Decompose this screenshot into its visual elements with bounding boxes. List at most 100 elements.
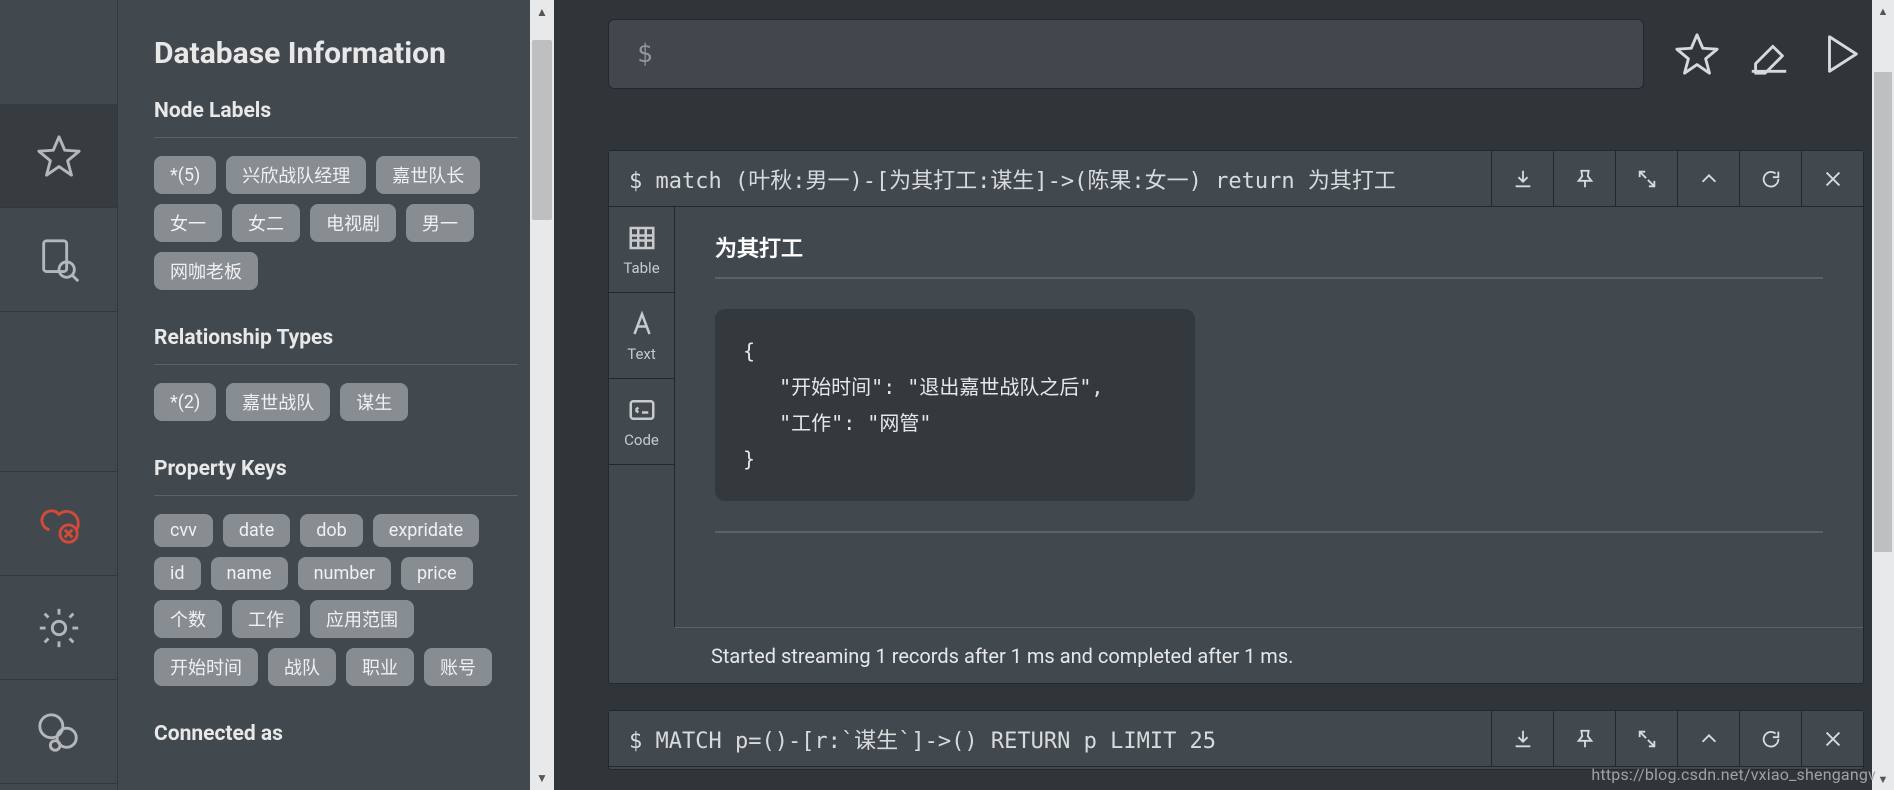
chip-rel-type[interactable]: 谋生 — [340, 383, 408, 421]
chip-prop-key[interactable]: expridate — [373, 514, 479, 547]
watermark: https://blog.csdn.net/vxiao_shengangv — [1591, 765, 1876, 784]
tab-label: Text — [627, 345, 656, 363]
chip-prop-key[interactable]: number — [298, 557, 391, 590]
chip-node-label[interactable]: 男一 — [406, 204, 474, 242]
rerun-button[interactable] — [1739, 711, 1801, 767]
close-icon — [1822, 728, 1844, 750]
sidebar-title: Database Information — [154, 36, 518, 71]
sidebar-scrollbar[interactable]: ▲ ▼ — [530, 0, 554, 790]
scroll-up-icon[interactable]: ▲ — [530, 0, 554, 24]
rail-settings[interactable] — [0, 576, 117, 680]
left-rail — [0, 0, 118, 790]
editor-bar: $ — [608, 0, 1864, 108]
download-icon — [1512, 728, 1534, 750]
chip-prop-key[interactable]: 战队 — [268, 648, 336, 686]
frame-footer: Started streaming 1 records after 1 ms a… — [675, 627, 1863, 683]
prop-key-chips: cvv date dob expridate id name number pr… — [154, 514, 518, 686]
close-button[interactable] — [1801, 151, 1863, 207]
section-relationship-types: Relationship Types *(2) 嘉世战队 谋生 — [154, 326, 518, 421]
pin-icon — [1574, 728, 1596, 750]
frame-buttons — [1491, 711, 1863, 767]
star-icon — [36, 133, 82, 179]
pin-button[interactable] — [1553, 151, 1615, 207]
chip-prop-key[interactable]: 应用范围 — [310, 600, 414, 638]
refresh-icon — [1760, 728, 1782, 750]
chip-node-label[interactable]: 兴欣战队经理 — [226, 156, 366, 194]
frame-header: $ MATCH p=()-[r:`谋生`]->() RETURN p LIMIT… — [609, 711, 1863, 767]
collapse-button[interactable] — [1677, 151, 1739, 207]
chip-prop-key[interactable]: 账号 — [424, 648, 492, 686]
sidebar: Database Information Node Labels *(5) 兴欣… — [118, 0, 554, 790]
text-icon — [627, 309, 657, 339]
collapse-button[interactable] — [1677, 711, 1739, 767]
close-icon — [1822, 168, 1844, 190]
editor-prompt: $ — [637, 39, 653, 69]
tab-text[interactable]: Text — [609, 293, 674, 379]
scroll-up-icon[interactable]: ▲ — [1872, 0, 1894, 22]
doc-search-icon — [36, 237, 82, 283]
column-header: 为其打工 — [715, 231, 1823, 279]
chip-node-label[interactable]: 电视剧 — [310, 204, 396, 242]
erase-button[interactable] — [1746, 31, 1792, 77]
chip-prop-key[interactable]: price — [401, 557, 473, 590]
chip-rel-type[interactable]: 嘉世战队 — [226, 383, 330, 421]
expand-button[interactable] — [1615, 711, 1677, 767]
bubbles-icon — [36, 709, 82, 755]
star-icon — [1674, 31, 1720, 77]
chip-node-label[interactable]: 女一 — [154, 204, 222, 242]
gear-icon — [36, 605, 82, 651]
chip-prop-key[interactable]: 开始时间 — [154, 648, 258, 686]
rail-favorites[interactable] — [0, 104, 117, 208]
chip-prop-key[interactable]: 工作 — [232, 600, 300, 638]
expand-icon — [1636, 728, 1658, 750]
run-button[interactable] — [1818, 31, 1864, 77]
chip-node-label[interactable]: *(5) — [154, 156, 216, 194]
chip-prop-key[interactable]: id — [154, 557, 201, 590]
chip-prop-key[interactable]: 个数 — [154, 600, 222, 638]
chip-node-label[interactable]: 女二 — [232, 204, 300, 242]
export-button[interactable] — [1491, 151, 1553, 207]
tab-label: Code — [624, 431, 659, 449]
scroll-down-icon[interactable]: ▼ — [530, 766, 554, 790]
chevron-up-icon — [1698, 168, 1720, 190]
export-button[interactable] — [1491, 711, 1553, 767]
chip-node-label[interactable]: 嘉世队长 — [376, 156, 480, 194]
frame-buttons — [1491, 151, 1863, 207]
favorite-button[interactable] — [1674, 31, 1720, 77]
scrollbar-thumb[interactable] — [1874, 72, 1892, 552]
expand-button[interactable] — [1615, 151, 1677, 207]
close-button[interactable] — [1801, 711, 1863, 767]
rail-documents[interactable] — [0, 208, 117, 312]
tab-code[interactable]: Code — [609, 379, 674, 465]
chip-prop-key[interactable]: dob — [300, 514, 363, 547]
main-scrollbar[interactable]: ▲ ▼ — [1872, 0, 1894, 790]
chip-prop-key[interactable]: date — [223, 514, 290, 547]
tab-label: Table — [623, 259, 659, 277]
editor-actions — [1644, 31, 1864, 77]
section-node-labels: Node Labels *(5) 兴欣战队经理 嘉世队长 女一 女二 电视剧 男… — [154, 99, 518, 290]
view-tabs: Table Text Code — [609, 207, 675, 627]
chip-rel-type[interactable]: *(2) — [154, 383, 216, 421]
rail-about[interactable] — [0, 680, 117, 784]
scrollbar-thumb[interactable] — [532, 40, 552, 220]
frame-query[interactable]: $ MATCH p=()-[r:`谋生`]->() RETURN p LIMIT… — [609, 723, 1491, 755]
chip-prop-key[interactable]: cvv — [154, 514, 213, 547]
rerun-button[interactable] — [1739, 151, 1801, 207]
query-editor[interactable]: $ — [608, 19, 1644, 89]
play-icon — [1818, 31, 1864, 77]
frame-query[interactable]: $ match (叶秋:男一)-[为其打工:谋生]->(陈果:女一) retur… — [609, 163, 1491, 195]
eraser-icon — [1746, 31, 1792, 77]
pin-button[interactable] — [1553, 711, 1615, 767]
tab-table[interactable]: Table — [609, 207, 674, 293]
code-icon — [627, 395, 657, 425]
main: $ $ match (叶秋:男一)-[为其打工:谋生]->(陈果:女一) ret… — [578, 0, 1894, 790]
chip-prop-key[interactable]: 职业 — [346, 648, 414, 686]
rail-cloud-error[interactable] — [0, 472, 117, 576]
pin-icon — [1574, 168, 1596, 190]
rel-type-chips: *(2) 嘉世战队 谋生 — [154, 383, 518, 421]
result-content: 为其打工 { "开始时间": "退出嘉世战队之后", "工作": "网管" } — [675, 207, 1863, 627]
section-connected-as: Connected as — [154, 722, 518, 746]
chip-prop-key[interactable]: name — [211, 557, 288, 590]
section-property-keys: Property Keys cvv date dob expridate id … — [154, 457, 518, 686]
chip-node-label[interactable]: 网咖老板 — [154, 252, 258, 290]
